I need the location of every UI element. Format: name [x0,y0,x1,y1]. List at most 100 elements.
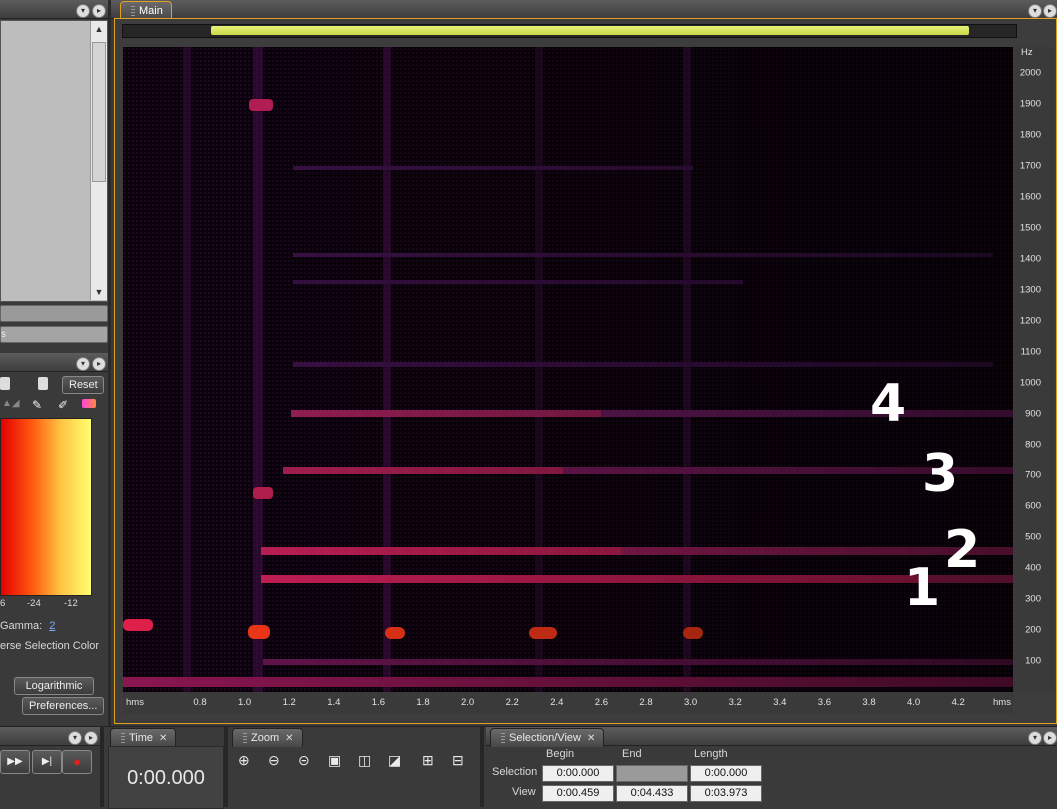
selection-options-icon[interactable]: ▸ [1043,731,1057,745]
hz-tick-label: 1600 [1019,191,1041,203]
tab-selection-view-label: Selection/View [509,732,581,744]
reset-button[interactable]: Reset [62,376,104,394]
grip-icon [121,733,125,744]
selection-menu-icon[interactable]: ▾ [1028,731,1042,745]
hz-unit-label: Hz [1021,47,1033,58]
panel-menu-icon-2[interactable]: ▾ [76,357,90,371]
zoom-out-amplitude-icon[interactable]: ⊖ [268,752,280,769]
selection-begin-field[interactable]: 0:00.000 [542,765,614,782]
close-icon[interactable]: ✕ [159,733,167,744]
time-display: 0:00.000 [127,767,205,789]
annotation-1: 1 [904,558,941,618]
time-tick-label: 0.8 [193,697,207,708]
selection-length-field[interactable]: 0:00.000 [690,765,762,782]
hz-tick-label: 300 [1025,593,1041,605]
view-row-label: View [512,786,536,798]
go-to-end-icon[interactable]: ▶| [32,750,62,774]
delete-preset-icon[interactable] [38,377,48,390]
view-end-field[interactable]: 0:04.433 [616,785,688,802]
time-tick-label: 1.6 [371,697,385,708]
hz-tick-label: 2000 [1019,67,1041,79]
time-tick-label: 3.0 [683,697,698,708]
preferences-button[interactable]: Preferences... [22,697,104,715]
hz-tick-label: 1000 [1019,377,1041,389]
hz-tick-label: 1500 [1019,222,1041,234]
scroll-down-icon[interactable]: ▼ [91,287,107,297]
zoom-out-full-icon[interactable]: ⊝ [298,752,310,769]
time-axis [123,692,1013,714]
save-preset-icon[interactable] [0,377,10,390]
inverse-selection-label[interactable]: erse Selection Color [0,640,99,652]
view-length-field[interactable]: 0:03.973 [690,785,762,802]
time-tick-label: 1.0 [237,697,252,708]
time-tick-label: 2.2 [505,697,519,708]
hz-tick-label: 1400 [1019,253,1041,265]
tab-selection-view[interactable]: Selection/View ✕ [490,728,605,747]
grip-icon [131,6,135,17]
zoom-left-icon[interactable]: ◫ [358,752,371,769]
time-tick-label: 2.8 [639,697,653,708]
view-begin-field[interactable]: 0:00.459 [542,785,614,802]
time-tick-label: 1.8 [416,697,430,708]
db-scale: 6 -24 -12 [0,598,100,612]
time-tick-label: 1.2 [282,697,296,708]
main-options-icon[interactable]: ▸ [1043,4,1057,18]
annotation-2: 2 [944,520,981,580]
close-icon[interactable]: ✕ [587,733,595,744]
zoom-right-icon[interactable]: ◪ [388,752,401,769]
grip-icon [243,733,247,744]
eraser-icon[interactable] [82,399,96,408]
db-tick: -12 [64,598,78,609]
time-display-box: 0:00.000 [108,746,224,809]
zoom-selection-icon[interactable]: ▣ [328,752,341,769]
gamma-label: Gamma: [0,620,43,632]
close-icon[interactable]: ✕ [285,733,293,744]
panel-input-bar[interactable] [0,305,108,322]
scroll-up-icon[interactable]: ▲ [91,24,107,34]
transport-options-icon[interactable]: ▸ [84,731,98,745]
file-list-scrollbar[interactable]: ▲ ▼ [90,21,107,300]
logarithmic-button[interactable]: Logarithmic [14,677,94,695]
record-icon[interactable]: ● [62,750,92,774]
hz-tick-label: 1900 [1019,98,1041,110]
main-menu-icon[interactable]: ▾ [1028,4,1042,18]
zoom-in-frequency-icon[interactable]: ⊞ [422,752,434,769]
time-overview-bar[interactable] [122,24,1017,38]
panel-menu-icon[interactable]: ▾ [76,4,90,18]
hz-tick-label: 500 [1025,531,1041,543]
tool-icons-row: ▲◢ ✎ ✐ [0,398,106,412]
main-panel-header [111,0,1057,19]
db-tick: 6 [0,598,6,609]
hz-tick-label: 700 [1025,469,1041,481]
time-tick-label: 2.6 [594,697,608,708]
zoom-in-amplitude-icon[interactable]: ⊕ [238,752,250,769]
gamma-value[interactable]: 2 [49,620,55,632]
panel-options-icon-2[interactable]: ▸ [92,357,106,371]
time-tick-label: 2.4 [550,697,564,708]
time-tick-label: 3.8 [862,697,876,708]
tab-zoom[interactable]: Zoom ✕ [232,728,303,747]
color-gradient[interactable] [0,418,92,596]
selection-end-field[interactable] [616,765,688,782]
panel-separator [224,727,228,807]
time-tick-label: 3.4 [773,697,787,708]
panel-divider[interactable] [108,0,111,726]
spectrogram-view[interactable] [123,47,1013,692]
triangle-icon[interactable]: ▲◢ [2,398,20,409]
header-end: End [622,748,642,760]
scroll-thumb[interactable] [92,42,106,182]
fast-forward-icon[interactable]: ▶▶ [0,750,30,774]
transport-menu-icon[interactable]: ▾ [68,731,82,745]
panel-input-bar-2[interactable]: s [0,326,108,343]
pencil-icon[interactable]: ✎ [32,398,42,412]
header-begin: Begin [546,748,575,760]
selection-row-label: Selection [492,766,538,778]
zoom-out-frequency-icon[interactable]: ⊟ [452,752,464,769]
hz-tick-label: 1100 [1020,346,1041,358]
time-unit-left: hms [126,697,144,708]
time-tick-label: 1.4 [327,697,341,708]
tab-time[interactable]: Time ✕ [110,728,177,747]
brush-icon[interactable]: ✐ [58,398,68,412]
overview-range-handle[interactable] [211,26,969,35]
panel-options-icon[interactable]: ▸ [92,4,106,18]
